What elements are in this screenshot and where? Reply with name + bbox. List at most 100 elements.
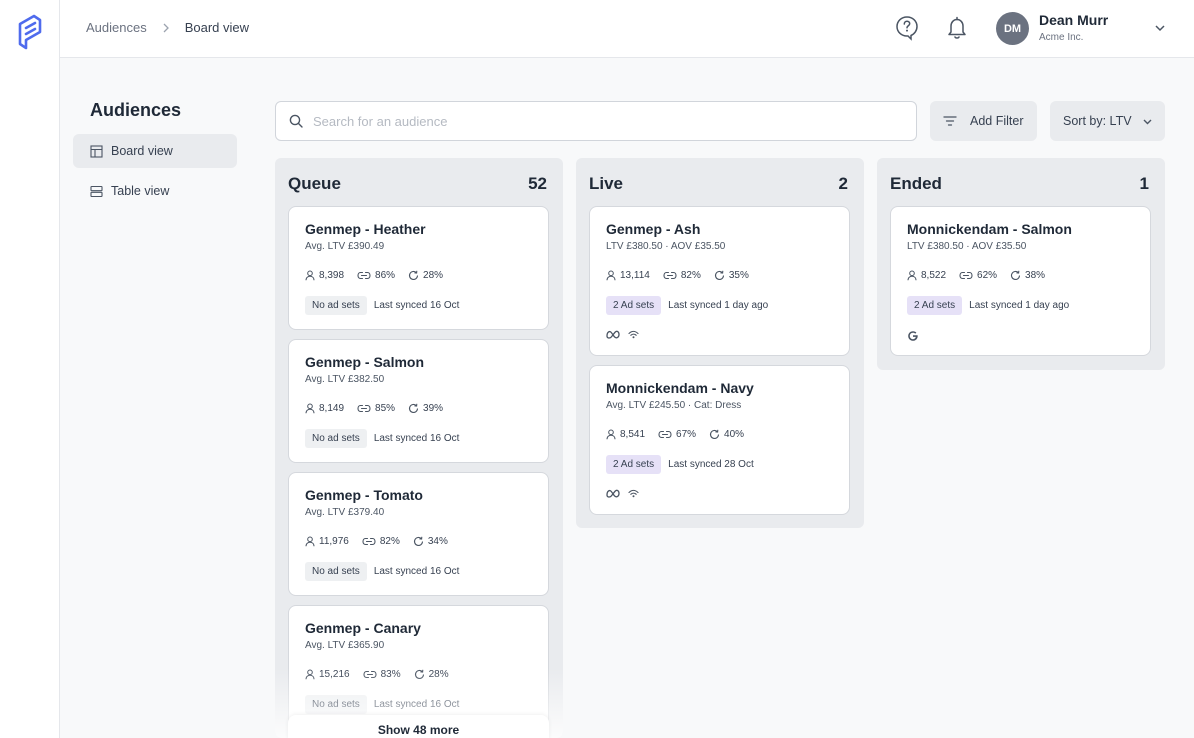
- top-bar: Audiences Board view DM Dean Murr Acme I…: [60, 0, 1194, 58]
- audience-card[interactable]: Genmep - Ash LTV £380.50 · AOV £35.50 13…: [589, 206, 850, 356]
- card-subtitle: Avg. LTV £379.40: [305, 507, 385, 518]
- card-subtitle: Avg. LTV £365.90: [305, 640, 385, 651]
- google-icon: [908, 331, 918, 341]
- link-icon: [357, 271, 371, 280]
- card-subtitle: LTV £380.50 · AOV £35.50: [907, 241, 1027, 252]
- meta-icon: [606, 330, 620, 339]
- channel-icons: [606, 489, 647, 498]
- last-synced: Last synced 16 Oct: [373, 433, 460, 444]
- sync-rate: 28%: [428, 669, 449, 680]
- ad-sets-badge: No ad sets: [305, 296, 367, 315]
- audience-card[interactable]: Monnickendam - Navy Avg. LTV £245.50 · C…: [589, 365, 850, 515]
- refresh-icon: [1011, 270, 1021, 280]
- card-stats: 11,976 82% 34%: [305, 536, 461, 547]
- queue-column: Queue 52 Genmep - Heather Avg. LTV £390.…: [275, 158, 563, 738]
- card-subtitle: Avg. LTV £382.50: [305, 374, 385, 385]
- audience-card[interactable]: Genmep - Heather Avg. LTV £390.49 8,398 …: [288, 206, 549, 330]
- user-icon: [606, 429, 616, 440]
- user-icon: [606, 270, 616, 281]
- card-title: Monnickendam - Navy: [606, 380, 754, 396]
- add-filter-label: Add Filter: [970, 114, 1024, 128]
- card-stats: 8,522 62% 38%: [907, 270, 1058, 281]
- ad-sets-badge: 2 Ad sets: [606, 296, 662, 315]
- card-stats: 13,114 82% 35%: [606, 270, 762, 281]
- user-count: 8,541: [620, 429, 646, 440]
- breadcrumb-audiences-link[interactable]: Audiences: [86, 20, 147, 35]
- refresh-icon: [409, 270, 419, 280]
- audience-card[interactable]: Genmep - Tomato Avg. LTV £379.40 11,976 …: [288, 472, 549, 596]
- sync-rate: 35%: [728, 270, 749, 281]
- column-count: 52: [528, 174, 547, 193]
- user-icon: [305, 270, 315, 281]
- signal-icon: [628, 330, 639, 339]
- sidebar-title: Audiences: [90, 100, 182, 120]
- main-area: Audiences Board view Table view Add Filt…: [60, 58, 1194, 738]
- refresh-icon: [714, 270, 724, 280]
- card-title: Monnickendam - Salmon: [907, 221, 1072, 237]
- refresh-icon: [413, 536, 423, 546]
- channel-icons: [907, 330, 927, 342]
- match-rate: 62%: [977, 270, 998, 281]
- match-rate: 82%: [379, 536, 400, 547]
- link-icon: [663, 271, 677, 280]
- app-logo-icon[interactable]: [16, 14, 44, 52]
- chevron-right-icon: [163, 23, 169, 32]
- card-footer: No ad sets Last synced 16 Oct: [305, 296, 459, 315]
- user-icon: [907, 270, 917, 281]
- card-footer: No ad sets Last synced 16 Oct: [305, 562, 459, 581]
- link-icon: [357, 404, 371, 413]
- column-title: Live: [589, 174, 624, 193]
- card-stats: 8,398 86% 28%: [305, 270, 456, 281]
- signal-icon: [628, 489, 639, 498]
- last-synced: Last synced 16 Oct: [373, 300, 460, 311]
- audience-card[interactable]: Monnickendam - Salmon LTV £380.50 · AOV …: [890, 206, 1151, 356]
- card-stats: 8,149 85% 39%: [305, 403, 456, 414]
- card-title: Genmep - Canary: [305, 620, 421, 636]
- link-icon: [658, 430, 672, 439]
- column-title: Queue: [288, 174, 341, 193]
- column-title: Ended: [890, 174, 942, 193]
- sort-label: Sort by: LTV: [1063, 114, 1132, 128]
- card-title: Genmep - Ash: [606, 221, 701, 237]
- avatar[interactable]: DM: [996, 12, 1029, 45]
- chevron-down-icon[interactable]: [1154, 22, 1166, 34]
- audience-card[interactable]: Genmep - Salmon Avg. LTV £382.50 8,149 8…: [288, 339, 549, 463]
- sync-rate: 38%: [1025, 270, 1046, 281]
- column-count: 2: [838, 174, 848, 193]
- search-bar[interactable]: [275, 101, 917, 141]
- last-synced: Last synced 16 Oct: [373, 566, 460, 577]
- card-footer: No ad sets Last synced 16 Oct: [305, 695, 459, 714]
- breadcrumb-current: Board view: [184, 20, 250, 35]
- ad-sets-badge: No ad sets: [305, 429, 367, 448]
- card-stats: 8,541 67% 40%: [606, 429, 757, 440]
- sidebar-item-table-view[interactable]: Table view: [73, 174, 237, 208]
- notification-bell-icon[interactable]: [945, 15, 969, 41]
- match-rate: 82%: [680, 270, 701, 281]
- refresh-icon: [710, 429, 720, 439]
- channel-icons: [606, 330, 647, 339]
- sync-rate: 39%: [423, 403, 444, 414]
- live-column: Live 2 Genmep - Ash LTV £380.50 · AOV £3…: [576, 158, 864, 528]
- search-input[interactable]: [313, 113, 893, 129]
- user-name: Dean Murr: [1039, 12, 1109, 28]
- card-title: Genmep - Tomato: [305, 487, 423, 503]
- ad-sets-badge: No ad sets: [305, 562, 367, 581]
- link-icon: [362, 537, 376, 546]
- audience-card[interactable]: Genmep - Canary Avg. LTV £365.90 15,216 …: [288, 605, 549, 729]
- chevron-down-icon: [1143, 119, 1152, 124]
- board-icon: [90, 144, 103, 158]
- link-icon: [959, 271, 973, 280]
- match-rate: 85%: [375, 403, 396, 414]
- card-subtitle: Avg. LTV £390.49: [305, 241, 385, 252]
- help-icon[interactable]: [895, 15, 919, 41]
- sort-dropdown[interactable]: Sort by: LTV: [1050, 101, 1165, 141]
- match-rate: 67%: [676, 429, 697, 440]
- card-subtitle: LTV £380.50 · AOV £35.50: [606, 241, 726, 252]
- card-stats: 15,216 83% 28%: [305, 669, 462, 680]
- add-filter-button[interactable]: Add Filter: [930, 101, 1037, 141]
- user-org: Acme Inc.: [1039, 32, 1084, 43]
- ad-sets-badge: 2 Ad sets: [907, 296, 963, 315]
- card-title: Genmep - Salmon: [305, 354, 425, 370]
- show-more-button[interactable]: Show 48 more: [288, 715, 549, 738]
- sidebar-item-board-view[interactable]: Board view: [73, 134, 237, 168]
